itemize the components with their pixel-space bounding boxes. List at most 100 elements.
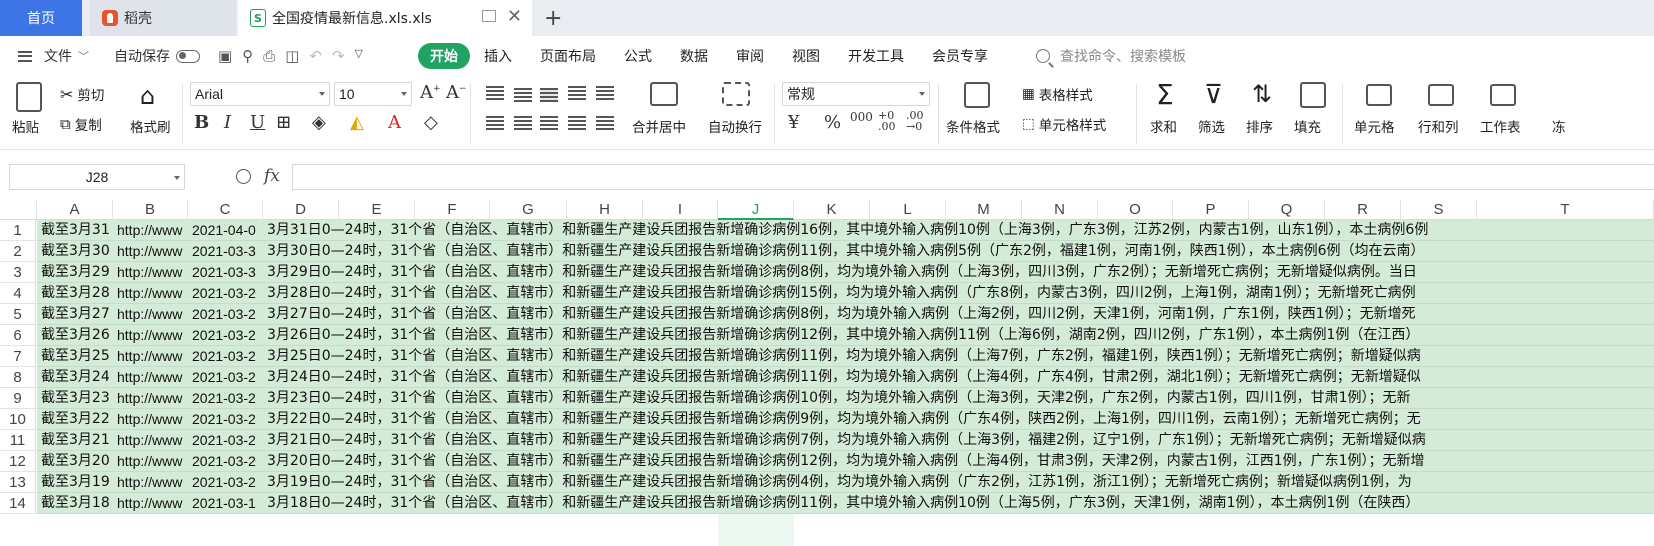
- cell-style-button[interactable]: ⬚ 单元格样式: [1022, 114, 1106, 134]
- cell-a[interactable]: 截至3月24: [39, 367, 113, 387]
- table-style-button[interactable]: ▦ 表格样式: [1022, 84, 1093, 104]
- indent-decrease-icon[interactable]: [568, 86, 586, 100]
- cell-b[interactable]: http://www: [115, 241, 189, 261]
- row-header[interactable]: 3: [0, 262, 36, 283]
- filter-label[interactable]: 筛选: [1198, 116, 1225, 136]
- copy-button[interactable]: ⧉ 复制: [60, 114, 102, 134]
- tab-view[interactable]: 视图: [778, 43, 834, 69]
- column-header-c[interactable]: C: [188, 200, 263, 220]
- cell-d[interactable]: 3月22日0—24时，31个省（自治区、直辖市）和新疆生产建设兵团报告新增确诊病…: [265, 409, 1654, 429]
- cell-d[interactable]: 3月23日0—24时，31个省（自治区、直辖市）和新疆生产建设兵团报告新增确诊病…: [265, 388, 1654, 408]
- select-all-corner[interactable]: [0, 200, 37, 220]
- column-header-a[interactable]: A: [37, 200, 113, 220]
- row-header[interactable]: 6: [0, 325, 36, 346]
- sort-label[interactable]: 排序: [1246, 116, 1273, 136]
- align-middle-icon[interactable]: [514, 88, 532, 102]
- highlight-icon[interactable]: ◭: [350, 112, 364, 133]
- undo-icon[interactable]: ↶: [309, 47, 322, 65]
- cell-b[interactable]: http://www: [115, 451, 189, 471]
- conditional-format-button[interactable]: [964, 82, 990, 108]
- column-header-p[interactable]: P: [1173, 200, 1249, 220]
- cell-d[interactable]: 3月28日0—24时，31个省（自治区、直辖市）和新疆生产建设兵团报告新增确诊病…: [265, 283, 1654, 303]
- sort-icon[interactable]: ⇅: [1252, 80, 1272, 108]
- column-header-s[interactable]: S: [1401, 200, 1477, 220]
- row-header[interactable]: 1: [0, 220, 36, 241]
- align-right-icon[interactable]: [540, 116, 558, 130]
- increase-font-icon[interactable]: A+: [420, 82, 441, 103]
- new-tab-icon[interactable]: +: [544, 6, 562, 31]
- tab-file[interactable]: S 全国疫情最新信息.xls.xls ✕: [238, 0, 532, 36]
- tab-review[interactable]: 审阅: [722, 43, 778, 69]
- cell-c[interactable]: 2021-03-2: [190, 451, 265, 471]
- column-header-i[interactable]: I: [643, 200, 718, 220]
- row-header[interactable]: 8: [0, 367, 36, 388]
- float-window-icon[interactable]: [482, 10, 496, 22]
- fill-color-icon[interactable]: ◈: [312, 112, 326, 133]
- merge-center-button[interactable]: [650, 82, 678, 106]
- row-header[interactable]: 4: [0, 283, 36, 304]
- cell-a[interactable]: 截至3月21: [39, 430, 113, 450]
- cell-c[interactable]: 2021-03-2: [190, 325, 265, 345]
- cell-a[interactable]: 截至3月25: [39, 346, 113, 366]
- redo-icon[interactable]: ↷: [332, 47, 345, 65]
- column-header-n[interactable]: N: [1022, 200, 1098, 220]
- cell-b[interactable]: http://www: [115, 283, 189, 303]
- cell-d[interactable]: 3月20日0—24时，31个省（自治区、直辖市）和新疆生产建设兵团报告新增确诊病…: [265, 451, 1654, 471]
- row-header[interactable]: 13: [0, 472, 36, 493]
- formula-input[interactable]: [292, 164, 1654, 190]
- cell-a[interactable]: 截至3月29: [39, 262, 113, 282]
- cell-b[interactable]: http://www: [115, 325, 189, 345]
- sum-label[interactable]: 求和: [1150, 116, 1177, 136]
- filter-icon[interactable]: ⊽: [1204, 80, 1223, 110]
- customize-icon[interactable]: ▽: [355, 47, 363, 65]
- cell-b[interactable]: http://www: [115, 409, 189, 429]
- cell-a[interactable]: 截至3月27: [39, 304, 113, 324]
- tab-home[interactable]: 首页: [0, 0, 82, 36]
- cell-c[interactable]: 2021-03-2: [190, 367, 265, 387]
- cell-a[interactable]: 截至3月22: [39, 409, 113, 429]
- tab-start[interactable]: 开始: [418, 43, 470, 69]
- share-icon[interactable]: ⚲: [242, 47, 253, 65]
- cell-a[interactable]: 截至3月26: [39, 325, 113, 345]
- cell-d[interactable]: 3月31日0—24时，31个省（自治区、直辖市）和新疆生产建设兵团报告新增确诊病…: [265, 220, 1654, 240]
- sum-icon[interactable]: Σ: [1156, 78, 1174, 111]
- cell-d[interactable]: 3月30日0—24时，31个省（自治区、直辖市）和新疆生产建设兵团报告新增确诊病…: [265, 241, 1654, 261]
- align-left-icon[interactable]: [486, 116, 504, 130]
- tab-formulas[interactable]: 公式: [610, 43, 666, 69]
- percent-icon[interactable]: %: [824, 112, 841, 133]
- format-painter-button[interactable]: ⌂: [140, 82, 155, 110]
- column-header-h[interactable]: H: [567, 200, 643, 220]
- font-size-select[interactable]: 10: [334, 82, 412, 106]
- justify-icon[interactable]: [568, 116, 586, 130]
- wrap-text-button[interactable]: [722, 82, 750, 106]
- cell-c[interactable]: 2021-03-2: [190, 409, 265, 429]
- cell-c[interactable]: 2021-04-0: [190, 220, 265, 240]
- cell-d[interactable]: 3月18日0—24时，31个省（自治区、直辖市）和新疆生产建设兵团报告新增确诊病…: [265, 493, 1654, 513]
- column-header-q[interactable]: Q: [1249, 200, 1325, 220]
- row-header[interactable]: 9: [0, 388, 36, 409]
- row-header[interactable]: 14: [0, 493, 36, 514]
- cell-c[interactable]: 2021-03-3: [190, 241, 265, 261]
- border-icon[interactable]: ⊞: [276, 112, 291, 133]
- freeze-label[interactable]: 冻: [1552, 116, 1566, 136]
- cell-a[interactable]: 截至3月30: [39, 241, 113, 261]
- column-header-j[interactable]: J: [718, 200, 794, 220]
- cell-d[interactable]: 3月19日0—24时，31个省（自治区、直辖市）和新疆生产建设兵团报告新增确诊病…: [265, 472, 1654, 492]
- tab-insert[interactable]: 插入: [470, 43, 526, 69]
- column-header-m[interactable]: M: [946, 200, 1022, 220]
- cell-a[interactable]: 截至3月28: [39, 283, 113, 303]
- cell-c[interactable]: 2021-03-2: [190, 472, 265, 492]
- cell-d[interactable]: 3月25日0—24时，31个省（自治区、直辖市）和新疆生产建设兵团报告新增确诊病…: [265, 346, 1654, 366]
- column-header-l[interactable]: L: [870, 200, 946, 220]
- name-box[interactable]: J28: [9, 164, 185, 190]
- bold-icon[interactable]: B: [194, 112, 209, 133]
- autosave-toggle[interactable]: 自动保存: [114, 46, 200, 66]
- tab-daoke[interactable]: 稻壳: [90, 0, 236, 36]
- tab-developer[interactable]: 开发工具: [834, 43, 918, 69]
- row-header[interactable]: 10: [0, 409, 36, 430]
- cell-b[interactable]: http://www: [115, 367, 189, 387]
- column-header-d[interactable]: D: [263, 200, 339, 220]
- zoom-icon[interactable]: [236, 169, 251, 184]
- cell-c[interactable]: 2021-03-2: [190, 346, 265, 366]
- cell-c[interactable]: 2021-03-2: [190, 388, 265, 408]
